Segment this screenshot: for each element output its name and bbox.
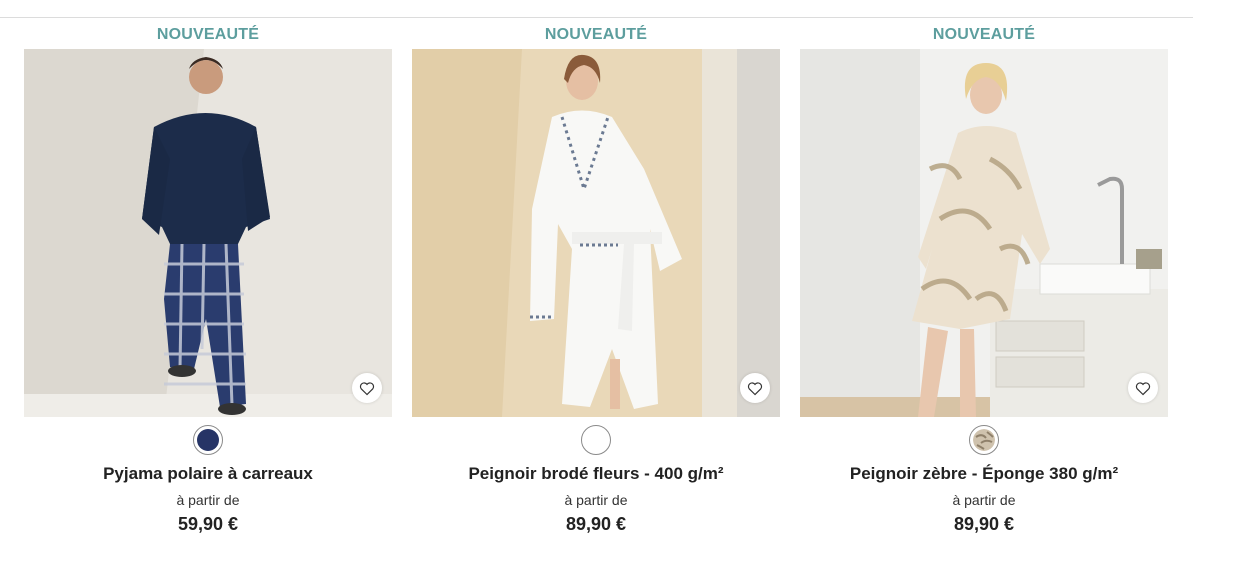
heart-outline-icon — [747, 381, 763, 395]
favorite-button[interactable] — [352, 373, 382, 403]
color-swatches — [581, 425, 611, 455]
product-photo-peignoir-fleurs — [412, 49, 780, 417]
new-badge: NOUVEAUTÉ — [544, 26, 648, 43]
heart-outline-icon — [1135, 381, 1151, 395]
color-swatch[interactable] — [969, 425, 999, 455]
new-badge: NOUVEAUTÉ — [156, 26, 260, 43]
new-badge: NOUVEAUTÉ — [932, 26, 1036, 43]
product-price: 89,90 € — [953, 514, 1015, 534]
heart-outline-icon — [359, 381, 375, 395]
product-title[interactable]: Pyjama polaire à carreaux — [103, 464, 313, 484]
swatch-color-dot — [197, 429, 219, 451]
product-price: 89,90 € — [565, 514, 627, 534]
favorite-button[interactable] — [740, 373, 770, 403]
product-card: NOUVEAUTÉ — [412, 24, 780, 535]
product-photo-peignoir-zebre — [800, 49, 1168, 417]
color-swatch[interactable] — [581, 425, 611, 455]
product-price: 59,90 € — [177, 514, 239, 534]
product-grid: NOUVEAUTÉ Pyjama polaire à carreaux à pa… — [24, 24, 1168, 535]
price-from-label: à partir de — [564, 492, 628, 508]
price-from-label: à partir de — [176, 492, 240, 508]
swatch-color-dot — [585, 429, 607, 451]
product-image[interactable] — [800, 49, 1168, 417]
color-swatch[interactable] — [193, 425, 223, 455]
favorite-button[interactable] — [1128, 373, 1158, 403]
product-card: NOUVEAUTÉ — [800, 24, 1168, 535]
color-swatches — [969, 425, 999, 455]
price-from-label: à partir de — [952, 492, 1016, 508]
product-title[interactable]: Peignoir brodé fleurs - 400 g/m² — [468, 464, 723, 484]
product-image[interactable] — [412, 49, 780, 417]
product-card: NOUVEAUTÉ — [24, 24, 392, 535]
product-photo-pyjama — [24, 49, 392, 417]
product-title[interactable]: Peignoir zèbre - Éponge 380 g/m² — [850, 464, 1118, 484]
zebra-pattern-icon — [973, 429, 995, 451]
product-image[interactable] — [24, 49, 392, 417]
top-divider — [0, 17, 1193, 18]
color-swatches — [193, 425, 223, 455]
